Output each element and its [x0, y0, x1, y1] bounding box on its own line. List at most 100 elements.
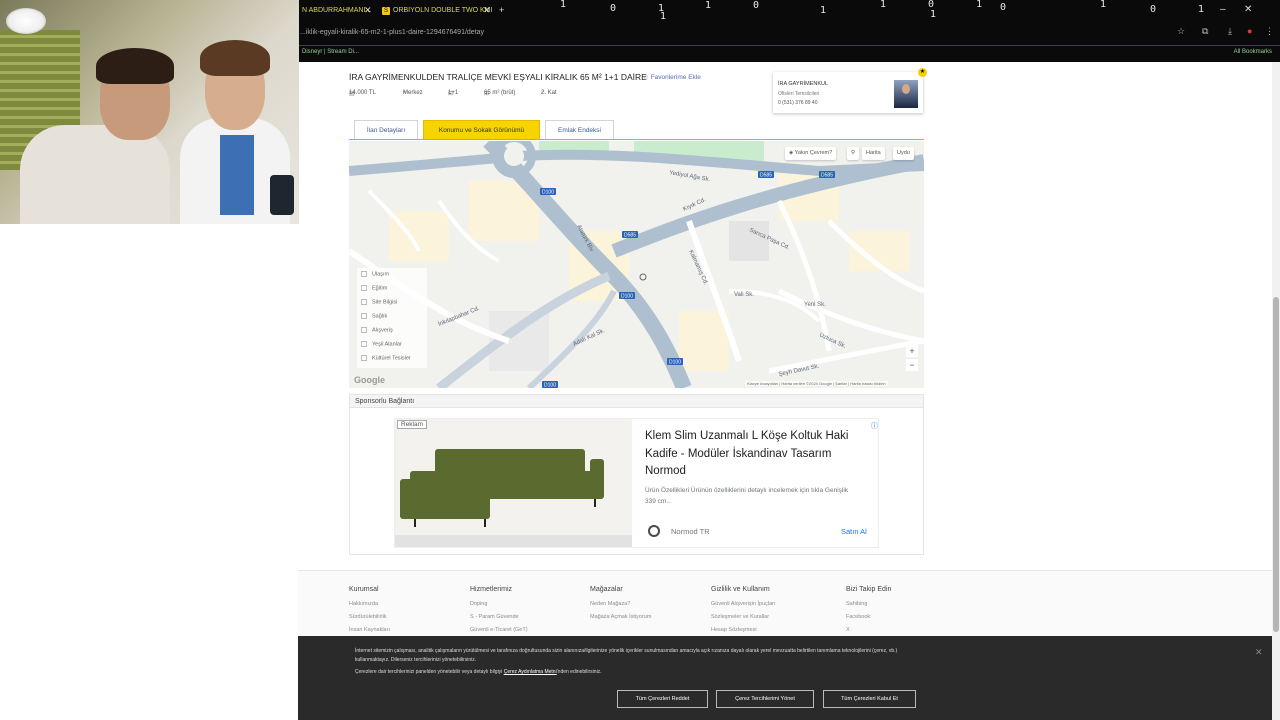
layer-label: Ulaşım: [372, 271, 390, 278]
footer-heading: Kurumsal: [349, 586, 379, 593]
road-code-badge: D100: [667, 358, 683, 366]
accept-all-cookies-button[interactable]: Tüm Çerezleri Kabul Et: [823, 690, 916, 708]
footer-link[interactable]: Güvenli e-Ticaret (GeT): [470, 627, 528, 633]
ad-description: Ürün Özellikleri Ürünün özelliklerini de…: [645, 487, 849, 505]
ad-info-icon[interactable]: ⓘ: [871, 421, 878, 431]
footer-link[interactable]: Sürdürülebilirlik: [349, 614, 390, 620]
footer-link[interactable]: Doping: [470, 601, 528, 607]
layer-transport[interactable]: Ulaşım: [361, 271, 389, 277]
footer-link[interactable]: S - Param Güvende: [470, 614, 528, 620]
footer-link[interactable]: Mağaza Açmak İstiyorum: [590, 614, 651, 620]
map-view-button[interactable]: Harita: [862, 147, 885, 160]
layer-label: Sağlık: [372, 313, 388, 320]
footer-heading: Bizi Takip Edin: [846, 586, 892, 593]
layer-checkbox[interactable]: [361, 299, 367, 305]
close-tab-icon[interactable]: ✕: [483, 3, 491, 18]
tab-listing-details[interactable]: İlan Detayları: [354, 120, 418, 139]
browser-tab-label: N ABDURRAHMANI...: [302, 7, 372, 14]
nearby-button[interactable]: ◈ Yakın Çevrem?: [785, 147, 837, 160]
bookmark-star-icon[interactable]: ☆: [1177, 26, 1185, 37]
person-left-hair: [96, 48, 174, 84]
layer-checkbox[interactable]: [361, 313, 367, 319]
layer-checkbox[interactable]: [361, 271, 367, 277]
all-bookmarks[interactable]: All Bookmarks: [1234, 46, 1272, 59]
new-tab-icon[interactable]: +: [499, 3, 504, 18]
road-code-badge: D100: [542, 381, 558, 388]
layer-site-info[interactable]: Site Bilgisi: [361, 299, 397, 305]
footer-column-privacy: Gizlilik ve Kullanım Güvenli Alışverişin…: [711, 586, 776, 640]
satellite-view-button[interactable]: Uydu: [893, 147, 914, 160]
cookie-banner: İnternet sitemizin çalışması, analitik ç…: [298, 636, 1272, 720]
google-logo: Google: [354, 375, 385, 385]
footer-heading: Mağazalar: [590, 586, 623, 593]
address-bar[interactable]: ...iklik-egyali-kiralik-65-m2-1-plus1-da…: [298, 25, 1280, 40]
browser-tab[interactable]: N ABDURRAHMANI...: [298, 3, 374, 18]
zoom-out-button[interactable]: −: [906, 359, 918, 371]
layer-checkbox[interactable]: [361, 341, 367, 347]
svg-text:D100: D100: [542, 190, 554, 196]
buy-now-link[interactable]: Satın Al: [841, 527, 867, 536]
close-window-icon[interactable]: ✕: [1244, 4, 1252, 15]
footer-link[interactable]: Güvenli Alışverişin İpuçları: [711, 601, 776, 607]
bookmark-item[interactable]: Disneyr | Stream Di...: [302, 49, 359, 55]
layer-shopping[interactable]: Alışveriş: [361, 327, 393, 333]
svg-text:D585: D585: [821, 173, 833, 179]
footer-column-stores: Mağazalar Neden Mağaza? Mağaza Açmak İst…: [590, 586, 651, 627]
add-favorite-link[interactable]: ☆ Favorilerime Ekle: [643, 73, 701, 81]
location-map[interactable]: Atatürk Blv Kıyık Cd. Sarıca Paşa Cd. İnkıl…: [349, 141, 924, 388]
listing-price: 14.000 TL: [349, 90, 376, 96]
star-icon: ☆: [643, 74, 651, 81]
svg-text:D100: D100: [621, 294, 633, 300]
download-icon[interactable]: ⤓: [1228, 26, 1232, 37]
footer-link[interactable]: İnsan Kaynakları: [349, 627, 390, 633]
layer-green-areas[interactable]: Yeşil Alanlar: [361, 341, 402, 347]
sofa-illustration: [395, 449, 632, 547]
layer-checkbox[interactable]: [361, 285, 367, 291]
footer-link[interactable]: Sözleşmeler ve Kurallar: [711, 614, 776, 620]
footer-heading: Hizmetlerimiz: [470, 586, 512, 593]
cookie-policy-link[interactable]: Çerez Aydınlatma Metni: [504, 669, 557, 675]
map-layer-panel: Ulaşım Eğitim Site Bilgisi Sağlık Alışve…: [357, 268, 427, 368]
minimize-icon[interactable]: –: [1220, 4, 1226, 15]
tab-favicon-icon: S: [382, 7, 390, 15]
ad-label: Reklam: [397, 420, 428, 429]
footer-link[interactable]: X: [846, 627, 891, 633]
add-favorite-label: Favorilerime Ekle: [650, 74, 701, 81]
extensions-icon[interactable]: ⧉: [1202, 26, 1208, 37]
menu-icon[interactable]: ⋮: [1265, 26, 1274, 37]
scrollbar-thumb[interactable]: [1273, 297, 1279, 632]
close-icon[interactable]: ✕: [1255, 647, 1263, 658]
map-canvas[interactable]: Atatürk BlvKıyık Cd.Sarıca Paşa Cd.İnkıl…: [349, 141, 924, 388]
footer-column-follow: Bizi Takip Edin Sahibing Facebook X: [846, 586, 891, 640]
ceiling-lamp: [6, 8, 46, 34]
layer-checkbox[interactable]: [361, 327, 367, 333]
manage-cookies-button[interactable]: Çerez Tercihlerimi Yönet: [716, 690, 814, 708]
layer-health[interactable]: Sağlık: [361, 313, 387, 319]
layer-education[interactable]: Eğitim: [361, 285, 387, 291]
ad-brand[interactable]: Normod TR: [671, 527, 710, 536]
close-tab-icon[interactable]: ✕: [364, 3, 372, 18]
agent-phone: 0 (531) 376 89 40: [778, 100, 818, 106]
sofa-image[interactable]: Reklam: [395, 419, 632, 547]
footer-link[interactable]: Hesap Sözleşmesi: [711, 627, 776, 633]
footer-link[interactable]: Hakkımızda: [349, 601, 390, 607]
tab-location-street-view[interactable]: Konumu ve Sokak Görünümü: [423, 120, 540, 139]
footer-link[interactable]: Neden Mağaza?: [590, 601, 651, 607]
tab-value-index[interactable]: Emlak Endeksi: [545, 120, 614, 139]
reject-all-cookies-button[interactable]: Tüm Çerezleri Reddet: [617, 690, 708, 708]
profile-icon[interactable]: ●: [1247, 26, 1252, 36]
ad-title[interactable]: Klem Slim Uzanmalı L Köşe Koltuk Haki Ka…: [645, 428, 875, 481]
footer-link[interactable]: Facebook: [846, 614, 891, 620]
layer-checkbox[interactable]: [361, 355, 367, 361]
person-left: [20, 125, 170, 224]
sponsored-heading: Sponsorlu Bağlantı: [349, 394, 924, 408]
map-attribution: Klavye kısayolları | Harita verileri ©20…: [745, 381, 888, 386]
agent-card[interactable]: İRA GAYRİMENKUL Ofisleri Temsilcileri 0 …: [773, 68, 927, 113]
layer-cultural[interactable]: Kültürel Tesisler: [361, 355, 411, 361]
scrollbar[interactable]: [1272, 62, 1280, 720]
ad-card[interactable]: Reklam Klem Slim Uzanmalı L Köşe Koltuk …: [394, 418, 879, 548]
street-view-icon[interactable]: ⚲: [847, 147, 860, 160]
browser-tab-active[interactable]: S ORBIYOLN DOUBLE TWO KMI: [378, 3, 496, 18]
zoom-in-button[interactable]: +: [906, 345, 918, 357]
footer-link[interactable]: Sahibing: [846, 601, 891, 607]
